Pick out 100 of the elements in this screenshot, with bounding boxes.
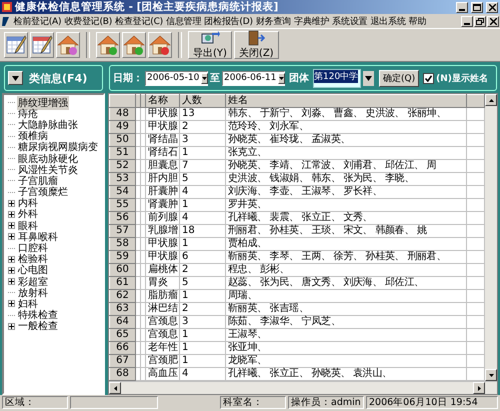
- table-cell: 18: [180, 224, 226, 238]
- row-number: 61: [110, 276, 136, 290]
- table-cell: 范玲玲、 刘永军、: [226, 120, 466, 134]
- row-number: 56: [110, 212, 136, 224]
- table-cell: 乳腺增: [146, 224, 180, 238]
- mdi-minimize-button[interactable]: [461, 16, 473, 26]
- expand-icon[interactable]: [8, 222, 15, 230]
- column-header[interactable]: [466, 94, 484, 108]
- close-button[interactable]: [486, 2, 498, 12]
- column-header[interactable]: 名称: [146, 94, 180, 108]
- expand-icon[interactable]: [8, 200, 15, 207]
- tree-item[interactable]: 一般检查: [17, 319, 59, 334]
- close-icon: [488, 4, 496, 10]
- mdi-restore-button[interactable]: [474, 16, 486, 26]
- table-cell: 靳丽英、 张吉瑶、: [226, 302, 466, 316]
- table-cell: 脂肪瘤: [146, 290, 180, 302]
- group-combo-field[interactable]: 第120中学: [313, 68, 361, 88]
- table-cell: 肾结晶: [146, 134, 180, 146]
- table-cell: 胃炎: [146, 276, 180, 290]
- expand-icon[interactable]: [8, 266, 15, 274]
- expand-icon[interactable]: [8, 322, 15, 330]
- vertical-scrollbar[interactable]: [485, 94, 497, 381]
- menu-item[interactable]: 系统设置: [330, 14, 369, 28]
- menu-item[interactable]: 帮助: [407, 14, 428, 28]
- tree-item[interactable]: 肺纹理增强: [17, 96, 69, 110]
- mdi-close-button[interactable]: [487, 16, 499, 26]
- expand-icon[interactable]: [8, 256, 15, 263]
- menu-item[interactable]: 退出系统: [368, 14, 408, 28]
- table-cell: 4: [180, 186, 226, 198]
- table-cell: 3: [180, 316, 226, 328]
- row-number: 50: [110, 134, 136, 146]
- end-date-field[interactable]: 2006-06-11: [222, 70, 285, 86]
- column-header[interactable]: 人数: [180, 94, 226, 108]
- scroll-down-icon[interactable]: [485, 369, 497, 381]
- table-cell: 肝囊肿: [146, 186, 180, 198]
- app-icon: [2, 2, 12, 12]
- menu-item[interactable]: 收费登记(B): [62, 14, 114, 28]
- toolbar-button[interactable]: [56, 32, 80, 58]
- dropdown-icon: [201, 72, 208, 84]
- table-cell: 1: [180, 238, 226, 250]
- date-label: 日期：: [113, 72, 143, 85]
- table-cell: 周瑞、: [226, 290, 466, 302]
- table-cell: 甲状腺: [146, 108, 180, 120]
- table-cell: 王淑琴、: [226, 328, 466, 342]
- expand-icon[interactable]: [8, 233, 15, 240]
- expand-icon[interactable]: [8, 278, 15, 286]
- row-number: 53: [110, 172, 136, 186]
- start-date-field[interactable]: 2006-05-10: [145, 70, 208, 86]
- table-cell: 韩东、 于新宁、 刘淼、 曹鑫、 史洪波、 张丽坤、: [226, 108, 466, 120]
- menu-item[interactable]: 字典维护: [292, 14, 331, 28]
- show-names-checkbox[interactable]: [423, 72, 434, 84]
- dropdown-icon[interactable]: [363, 70, 374, 86]
- table-cell: 5: [180, 276, 226, 290]
- table-cell: 孙晓英、 李靖、 江常波、 刘甫君、 邱佐江、 周: [226, 160, 466, 172]
- operator-label: 操作员：admin: [288, 396, 364, 409]
- close-button[interactable]: 关闭(Z): [234, 31, 279, 59]
- table-cell: 1: [180, 146, 226, 160]
- row-number: 63: [110, 302, 136, 316]
- menu-item[interactable]: 团检报告(D): [202, 14, 254, 28]
- department-label: 科室名：: [220, 396, 286, 409]
- table-cell: 淋巴结: [146, 302, 180, 316]
- minimize-button[interactable]: [456, 2, 468, 12]
- expand-icon[interactable]: [8, 300, 15, 308]
- horizontal-scrollbar[interactable]: [109, 381, 497, 394]
- row-number: 58: [110, 238, 136, 250]
- restore-icon: [476, 18, 484, 24]
- table-cell: 2: [180, 302, 226, 316]
- table-cell: 3: [180, 134, 226, 146]
- toolbar-button[interactable]: [122, 32, 146, 58]
- toolbar-button[interactable]: [148, 32, 172, 58]
- maximize-button[interactable]: [471, 2, 483, 12]
- row-number: 55: [110, 198, 136, 212]
- house-icon: [56, 34, 80, 56]
- export-button[interactable]: 导出(Y): [188, 31, 232, 59]
- toolbar-button[interactable]: [96, 32, 120, 58]
- table-cell: 前列腺: [146, 212, 180, 224]
- scroll-up-icon[interactable]: [485, 94, 497, 106]
- confirm-button[interactable]: 确定(Q): [379, 70, 420, 86]
- row-number: 51: [110, 146, 136, 160]
- scroll-right-icon[interactable]: [473, 382, 485, 394]
- show-names-label: (N)显示姓名: [436, 72, 489, 84]
- table-cell: 宫颈息: [146, 316, 180, 328]
- expand-icon[interactable]: [8, 210, 15, 218]
- toolbar-button[interactable]: [4, 32, 28, 58]
- menu-item[interactable]: 信息管理: [164, 14, 203, 28]
- group-value: 第120中学: [314, 70, 358, 82]
- menu-item[interactable]: 检查登记(C): [114, 14, 164, 28]
- row-number: 52: [110, 160, 136, 172]
- table-cell: 甲状腺: [146, 120, 180, 134]
- table-cell: 陈茹、 李淑华、 宁凤芝、: [226, 316, 466, 328]
- scroll-left-icon[interactable]: [109, 382, 121, 394]
- toolbar-button[interactable]: [30, 32, 54, 58]
- column-header[interactable]: 姓名: [226, 94, 466, 108]
- table-cell: 5: [180, 172, 226, 186]
- table-cell: 程忠、 彭彬、: [226, 264, 466, 276]
- menu-item[interactable]: 财务查询: [254, 14, 292, 28]
- table-cell: 史洪波、 钱淑娟、 韩东、 张为民、 李晓、: [226, 172, 466, 186]
- table-cell: 宫颈息: [146, 328, 180, 342]
- tree-item[interactable]: 心电图: [17, 263, 49, 278]
- menu-item[interactable]: 检前登记(A): [12, 14, 63, 28]
